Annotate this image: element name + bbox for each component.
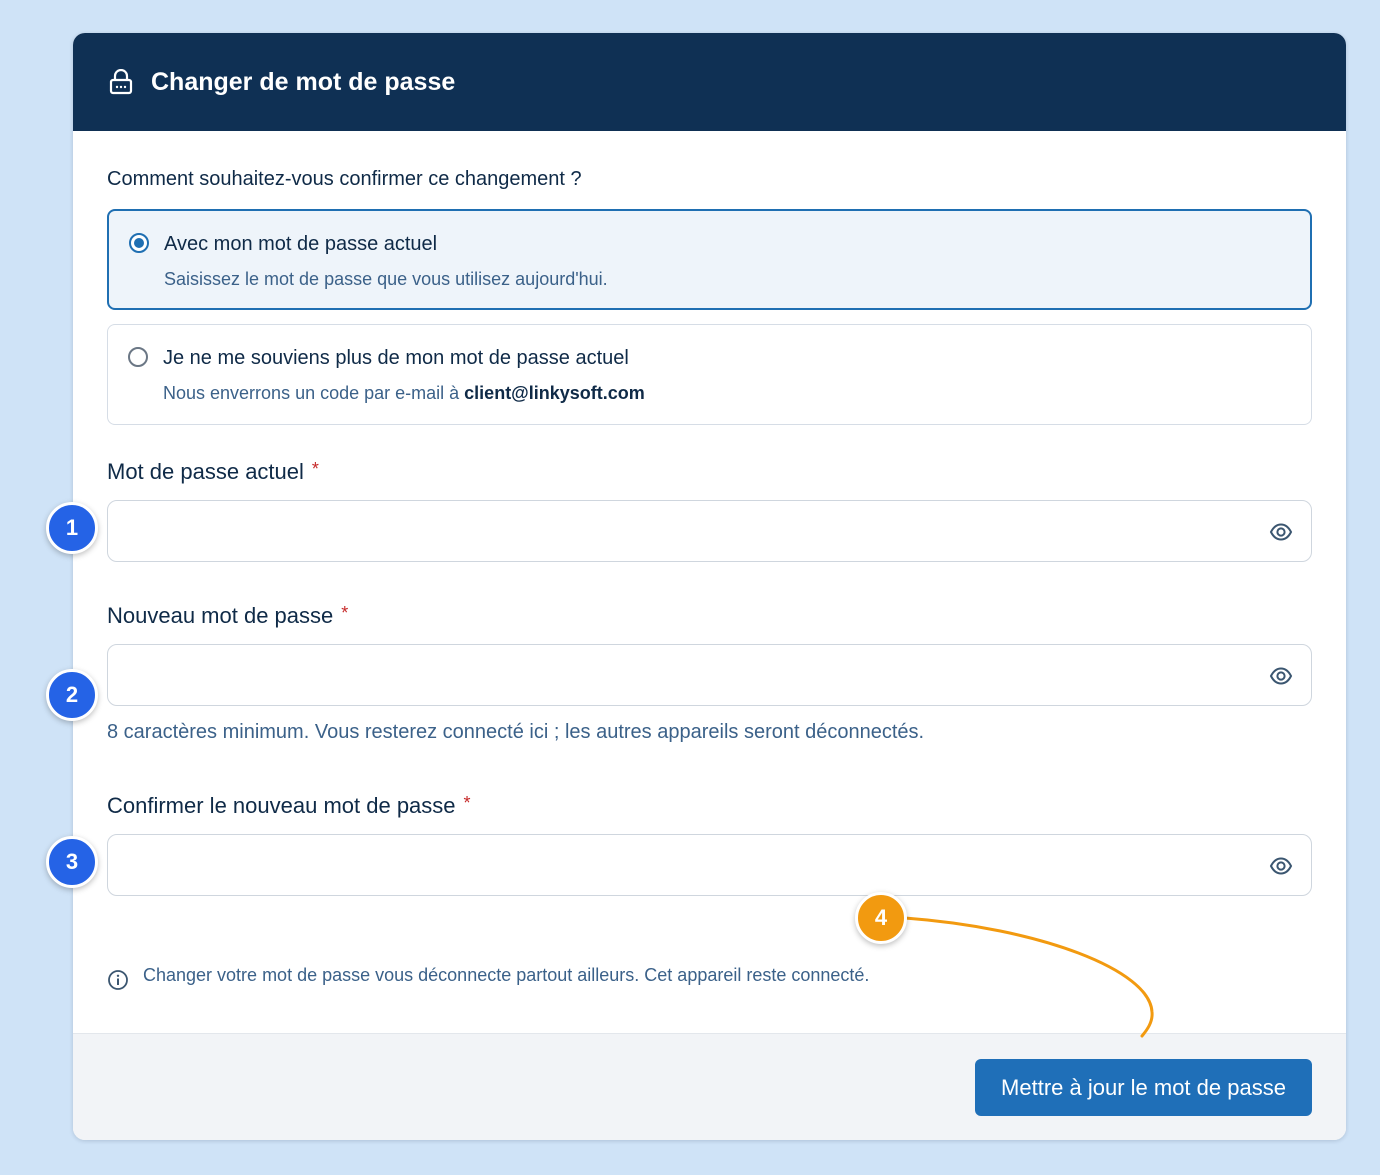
required-asterisk: * — [311, 459, 319, 479]
new-password-hint: 8 caractères minimum. Vous resterez conn… — [107, 721, 925, 743]
lock-icon — [109, 69, 133, 95]
step-marker-2: 2 — [46, 669, 98, 721]
info-icon — [107, 969, 129, 991]
option-label: Avec mon mot de passe actuel — [164, 233, 438, 255]
current-password-label: Mot de passe actuel * — [107, 459, 319, 484]
new-password-field[interactable] — [107, 644, 1312, 706]
option-forgot-password[interactable]: Je ne me souviens plus de mon mot de pas… — [107, 324, 1312, 425]
info-notice: Changer votre mot de passe vous déconnec… — [107, 963, 869, 991]
step-marker-4: 4 — [855, 892, 907, 944]
current-password-input[interactable] — [108, 501, 1311, 561]
confirm-question: Comment souhaitez-vous confirmer ce chan… — [107, 168, 582, 190]
eye-icon[interactable] — [1269, 665, 1293, 687]
confirm-password-label: Confirmer le nouveau mot de passe * — [107, 793, 471, 818]
new-password-label: Nouveau mot de passe * — [107, 603, 349, 628]
confirm-password-field[interactable] — [107, 834, 1312, 896]
update-password-button[interactable]: Mettre à jour le mot de passe — [975, 1059, 1312, 1116]
radio-current-password[interactable] — [129, 233, 149, 253]
current-password-field[interactable] — [107, 500, 1312, 562]
user-email: client@linkysoft.com — [464, 383, 645, 403]
change-password-card: Changer de mot de passe Comment souhaite… — [73, 33, 1346, 1140]
option-description: Nous enverrons un code par e-mail à clie… — [163, 383, 645, 404]
page-title: Changer de mot de passe — [151, 67, 456, 96]
option-label: Je ne me souviens plus de mon mot de pas… — [163, 347, 629, 369]
radio-forgot-password[interactable] — [128, 347, 148, 367]
email-prefix: Nous enverrons un code par e-mail à — [163, 383, 465, 403]
required-asterisk: * — [463, 793, 471, 813]
option-description: Saisissez le mot de passe que vous utili… — [164, 269, 608, 289]
option-current-password[interactable]: Avec mon mot de passe actuel Saisissez l… — [107, 209, 1312, 310]
step-marker-1: 1 — [46, 502, 98, 554]
eye-icon[interactable] — [1269, 521, 1293, 543]
card-header: Changer de mot de passe — [73, 33, 1346, 131]
step-marker-3: 3 — [46, 836, 98, 888]
card-footer: Mettre à jour le mot de passe — [73, 1033, 1346, 1140]
new-password-input[interactable] — [108, 645, 1311, 705]
confirm-password-input[interactable] — [108, 835, 1311, 895]
required-asterisk: * — [341, 603, 349, 623]
info-text: Changer votre mot de passe vous déconnec… — [143, 965, 870, 985]
eye-icon[interactable] — [1269, 855, 1293, 877]
